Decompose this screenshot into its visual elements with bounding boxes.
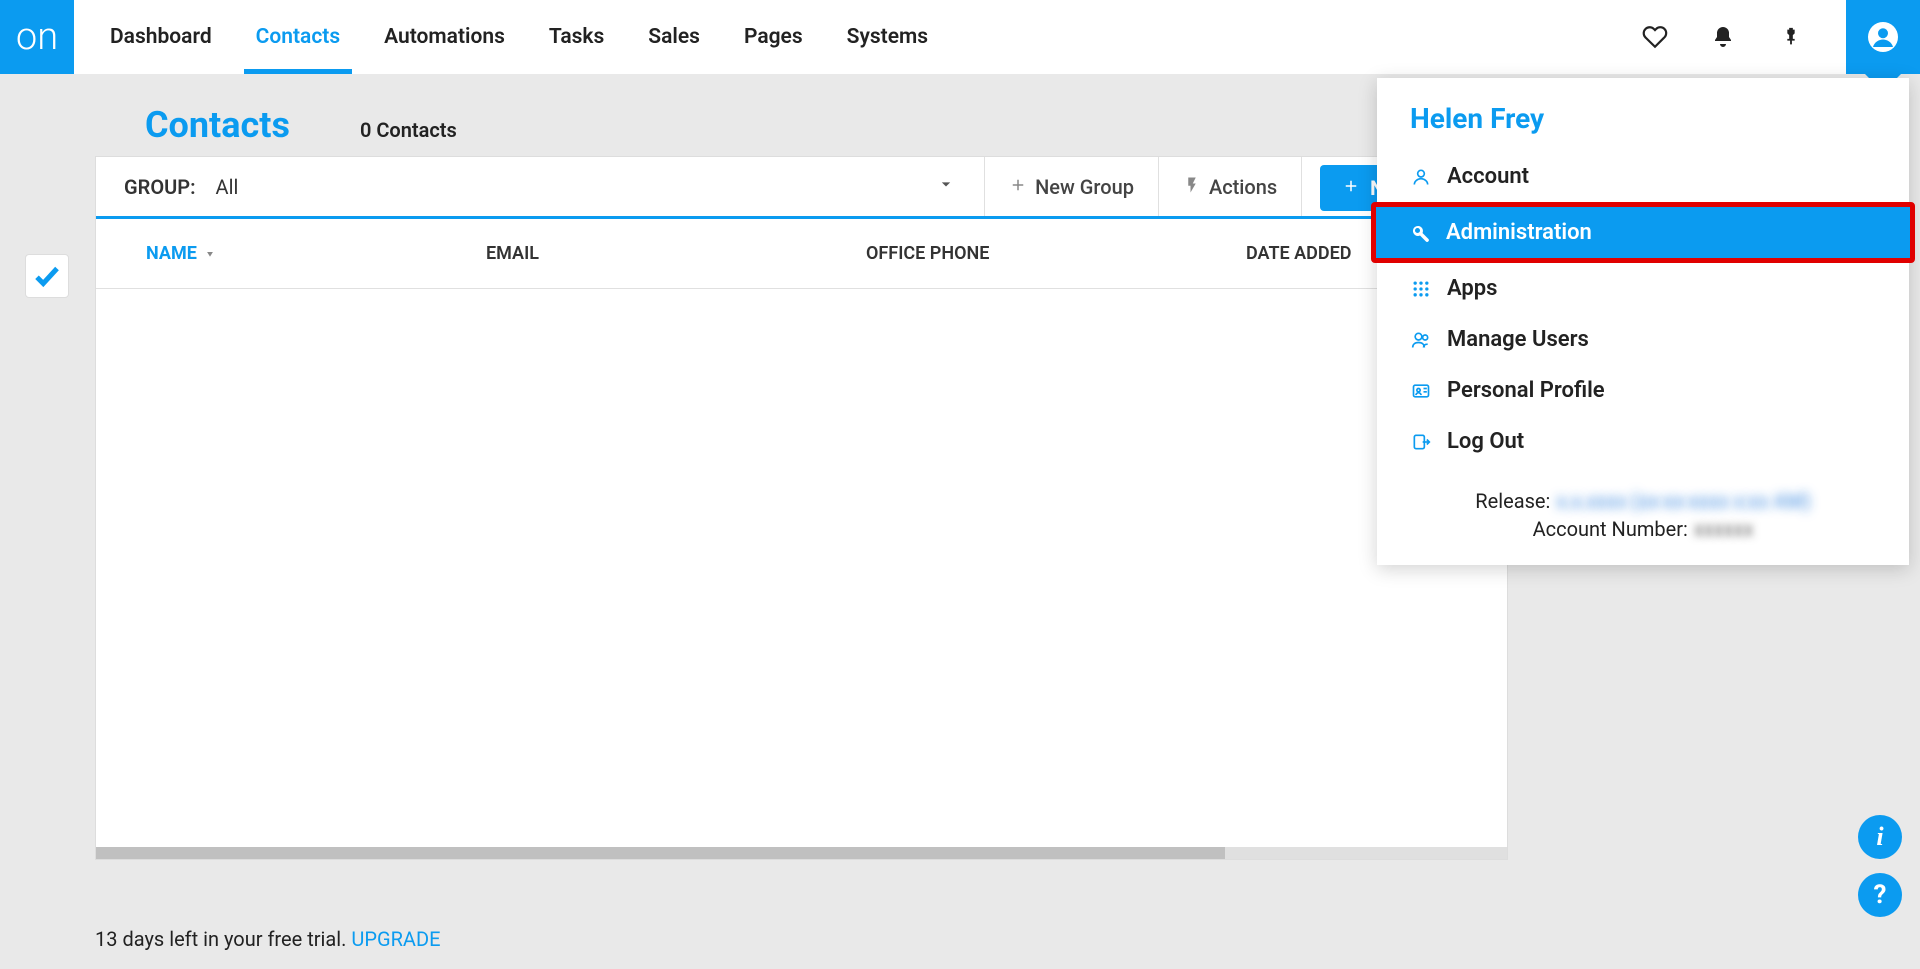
highlight-administration: Administration xyxy=(1371,202,1915,263)
menu-item-label: Administration xyxy=(1446,220,1592,245)
group-filter[interactable]: GROUP: All xyxy=(96,157,985,216)
logo-text: on xyxy=(16,15,58,59)
profile-menu: Helen Frey Account Administration Apps M… xyxy=(1377,78,1909,565)
nav-tab-pages[interactable]: Pages xyxy=(722,0,825,74)
menu-item-label: Apps xyxy=(1447,276,1497,301)
table-body xyxy=(96,289,1507,859)
col-email[interactable]: EMAIL xyxy=(486,243,866,264)
profile-menu-username: Helen Frey xyxy=(1377,78,1909,151)
scrollbar-thumb[interactable] xyxy=(96,847,1225,859)
top-nav: on Dashboard Contacts Automations Tasks … xyxy=(0,0,1920,74)
account-label: Account Number: xyxy=(1533,517,1688,541)
menu-item-label: Log Out xyxy=(1447,429,1524,454)
logout-icon xyxy=(1410,431,1432,453)
trial-text: 13 days left in your free trial. xyxy=(95,927,351,951)
profile-avatar-button[interactable] xyxy=(1846,0,1920,74)
trial-bar: 13 days left in your free trial. UPGRADE xyxy=(95,927,440,951)
nav-tab-contacts[interactable]: Contacts xyxy=(234,0,362,74)
release-label: Release: xyxy=(1475,489,1550,513)
account-value: xxxxxx xyxy=(1694,517,1754,541)
menu-item-administration[interactable]: Administration xyxy=(1376,207,1910,258)
menu-item-label: Account xyxy=(1447,164,1529,189)
chevron-down-icon xyxy=(936,174,956,199)
toolbar: GROUP: All New Group Actions xyxy=(96,157,1507,219)
pin-icon[interactable] xyxy=(1778,24,1804,50)
users-icon xyxy=(1410,329,1432,351)
menu-item-logout[interactable]: Log Out xyxy=(1377,416,1909,467)
wrench-icon xyxy=(1409,222,1431,244)
upgrade-link[interactable]: UPGRADE xyxy=(351,927,440,951)
contacts-panel: GROUP: All New Group Actions xyxy=(95,156,1508,860)
horizontal-scrollbar[interactable] xyxy=(96,847,1507,859)
plus-icon xyxy=(1009,175,1027,199)
new-group-label: New Group xyxy=(1035,175,1134,199)
release-value: x.x.xxxx (xx-xx-xxxx x:xx AM) xyxy=(1556,489,1810,513)
table-header: NAME EMAIL OFFICE PHONE DATE ADDED xyxy=(96,219,1507,289)
nav-tab-automations[interactable]: Automations xyxy=(362,0,527,74)
page-subtitle: 0 Contacts xyxy=(360,118,457,142)
nav-tab-sales[interactable]: Sales xyxy=(626,0,722,74)
menu-item-apps[interactable]: Apps xyxy=(1377,263,1909,314)
profile-menu-footer: Release: x.x.xxxx (xx-xx-xxxx x:xx AM) A… xyxy=(1377,467,1909,565)
idcard-icon xyxy=(1410,380,1432,402)
select-all-checkbox[interactable] xyxy=(25,254,69,298)
actions-label: Actions xyxy=(1209,175,1277,199)
question-icon: ? xyxy=(1874,880,1887,910)
group-dropdown[interactable]: All xyxy=(208,174,957,199)
menu-item-personal-profile[interactable]: Personal Profile xyxy=(1377,365,1909,416)
top-actions xyxy=(1642,0,1920,74)
menu-item-manage-users[interactable]: Manage Users xyxy=(1377,314,1909,365)
sort-arrow-icon xyxy=(203,243,217,264)
heart-icon[interactable] xyxy=(1642,24,1668,50)
menu-item-label: Manage Users xyxy=(1447,327,1589,352)
nav-tab-tasks[interactable]: Tasks xyxy=(527,0,626,74)
menu-item-label: Personal Profile xyxy=(1447,378,1605,403)
plus-icon xyxy=(1342,176,1360,200)
menu-item-account[interactable]: Account xyxy=(1377,151,1909,202)
group-value: All xyxy=(216,175,239,199)
actions-button[interactable]: Actions xyxy=(1159,157,1302,216)
group-label: GROUP: xyxy=(124,175,196,199)
nav-tabs: Dashboard Contacts Automations Tasks Sal… xyxy=(74,0,950,74)
logo[interactable]: on xyxy=(0,0,74,74)
new-group-button[interactable]: New Group xyxy=(985,157,1159,216)
user-icon xyxy=(1410,166,1432,188)
nav-tab-dashboard[interactable]: Dashboard xyxy=(88,0,234,74)
info-button[interactable]: i xyxy=(1858,815,1902,859)
help-stack: i ? xyxy=(1858,815,1902,917)
page-title: Contacts xyxy=(145,104,290,146)
col-name[interactable]: NAME xyxy=(146,243,486,264)
apps-icon xyxy=(1410,278,1432,300)
col-name-label: NAME xyxy=(146,243,197,264)
info-icon: i xyxy=(1876,822,1883,852)
bolt-icon xyxy=(1183,175,1201,199)
bell-icon[interactable] xyxy=(1710,24,1736,50)
nav-tab-systems[interactable]: Systems xyxy=(825,0,950,74)
help-button[interactable]: ? xyxy=(1858,873,1902,917)
col-phone[interactable]: OFFICE PHONE xyxy=(866,243,1246,264)
